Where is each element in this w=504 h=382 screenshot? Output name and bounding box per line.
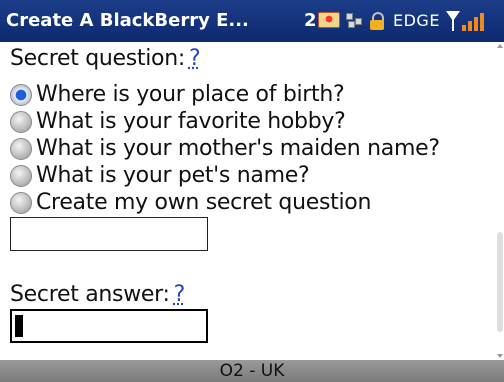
- radio-option-label[interactable]: Create my own secret question: [36, 190, 371, 215]
- network-label: EDGE: [393, 11, 440, 30]
- signal-bar: [462, 25, 466, 31]
- form-content: Secret question:? Where is your place of…: [0, 42, 494, 360]
- radio-option-label[interactable]: Where is your place of birth?: [36, 82, 345, 107]
- signal-icon: [446, 11, 494, 31]
- scroll-up-arrow-icon[interactable]: [497, 44, 503, 48]
- scroll-thumb[interactable]: [497, 232, 503, 332]
- title-bar: Create A BlackBerry E... 2 EDGE: [0, 0, 504, 42]
- message-count: 2: [304, 10, 317, 31]
- secret-answer-input[interactable]: [10, 309, 208, 343]
- carrier-label: O2 - UK: [219, 361, 285, 381]
- text-cursor: [15, 315, 23, 337]
- radio-option-label[interactable]: What is your favorite hobby?: [36, 109, 346, 134]
- lock-icon: [370, 12, 388, 30]
- secret-question-help-link[interactable]: ?: [189, 46, 201, 71]
- secret-answer-label: Secret answer:: [10, 282, 170, 307]
- carrier-footer: O2 - UK: [0, 360, 504, 382]
- secret-question-row: Secret question:?: [10, 46, 201, 71]
- custom-question-input[interactable]: [10, 217, 208, 251]
- window-title: Create A BlackBerry E...: [6, 10, 249, 31]
- radio-option-label[interactable]: What is your pet's name?: [36, 163, 310, 188]
- radio-button-1[interactable]: [10, 111, 32, 133]
- radio-button-0[interactable]: [10, 84, 32, 106]
- signal-bar: [474, 17, 478, 31]
- radio-button-2[interactable]: [10, 138, 32, 160]
- scrollbar[interactable]: [496, 42, 504, 360]
- signal-bar: [468, 21, 472, 31]
- scroll-down-arrow-icon[interactable]: [497, 354, 503, 358]
- radio-option-label[interactable]: What is your mother's maiden name?: [36, 136, 440, 161]
- secret-answer-row: Secret answer:?: [10, 282, 185, 307]
- bbm-icon: [346, 13, 366, 29]
- secret-answer-help-link[interactable]: ?: [174, 282, 186, 307]
- signal-bar: [480, 13, 484, 31]
- envelope-icon: [318, 12, 340, 28]
- radio-button-3[interactable]: [10, 165, 32, 187]
- secret-question-label: Secret question:: [10, 46, 185, 71]
- radio-button-4[interactable]: [10, 192, 32, 214]
